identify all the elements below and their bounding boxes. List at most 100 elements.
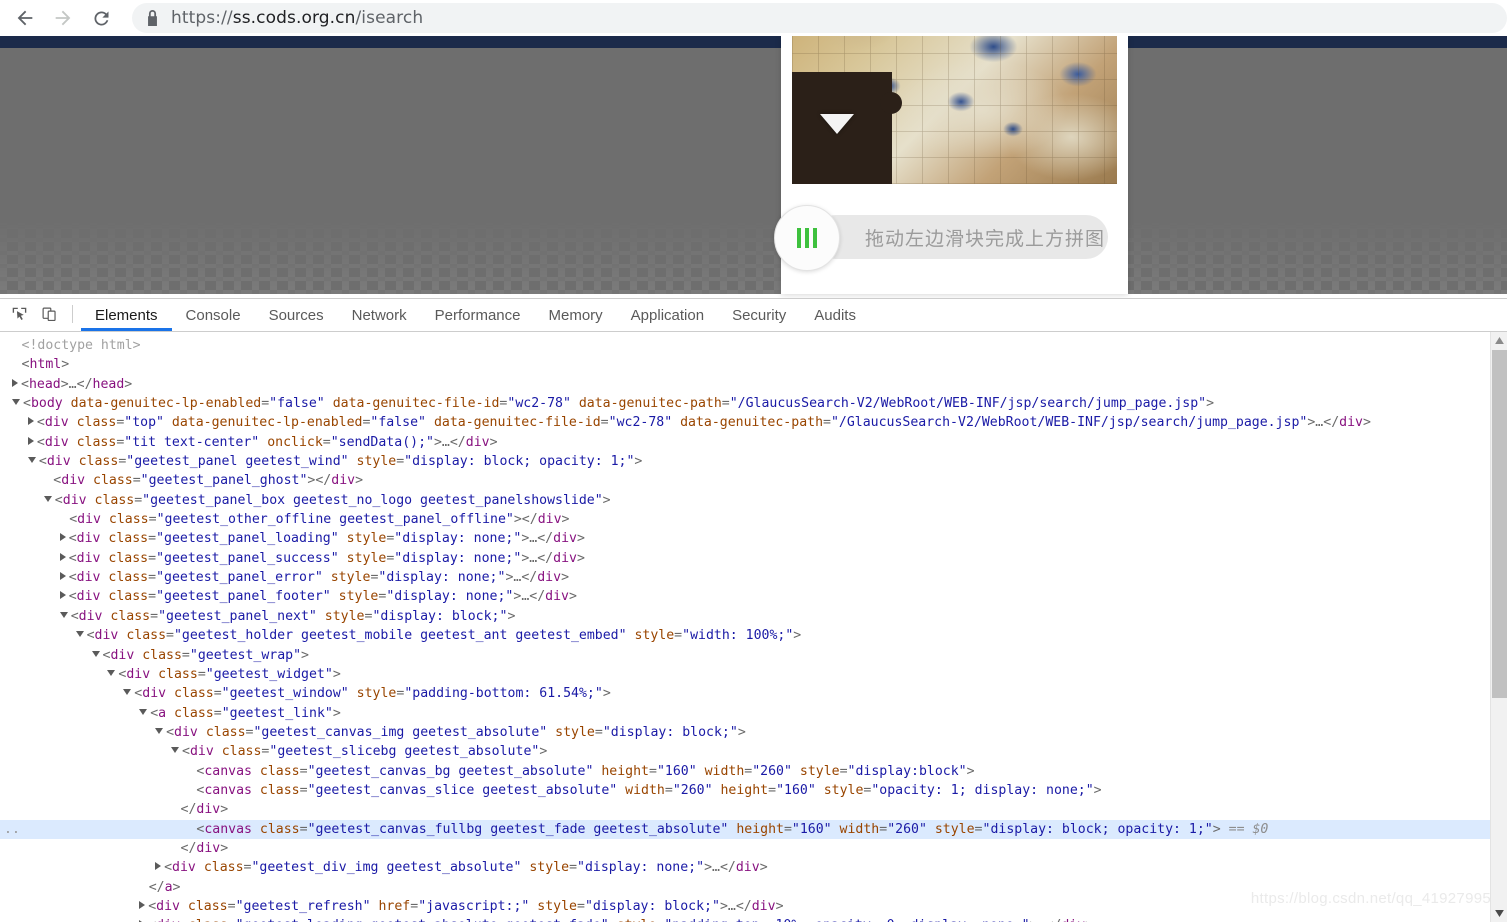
chevron-right-icon[interactable] xyxy=(59,533,66,542)
dom-node-line[interactable]: <div class="geetest_loading geetest_abso… xyxy=(0,916,1490,922)
dom-node-line[interactable]: <body data-genuitec-lp-enabled="false" d… xyxy=(0,394,1490,413)
dom-node-line[interactable]: <div class="geetest_panel_next" style="d… xyxy=(0,607,1490,626)
chevron-down-icon[interactable] xyxy=(59,611,68,618)
dom-token-punc: > xyxy=(489,434,498,450)
tab-network[interactable]: Network xyxy=(338,299,421,331)
chevron-down-icon[interactable] xyxy=(171,747,179,754)
chevron-down-icon[interactable] xyxy=(75,631,84,638)
dom-node-line[interactable]: <div class="tit text-center" onclick="se… xyxy=(0,433,1490,452)
dom-token-attr: href xyxy=(370,898,411,914)
dom-token-val: "260" xyxy=(752,763,792,779)
chevron-right-icon[interactable] xyxy=(139,900,146,909)
dom-token-tag: div xyxy=(142,686,167,702)
dom-node-line[interactable]: <div class = "geetest_canvas_img geetest_a… xyxy=(0,723,1490,742)
dom-token-punc: = xyxy=(181,647,190,663)
dom-node-selected[interactable]: .. <canvas class="geetest_canvas_fullbg g… xyxy=(0,819,1490,839)
dom-node-line[interactable]: <div class="geetest_div_img geetest_abso… xyxy=(0,858,1490,877)
chevron-right-icon[interactable] xyxy=(27,436,34,445)
tab-console[interactable]: Console xyxy=(172,299,255,331)
chevron-right-icon[interactable] xyxy=(59,572,66,581)
dom-tree-scrollbar[interactable] xyxy=(1490,332,1507,922)
chevron-right-icon[interactable] xyxy=(59,552,66,561)
dom-token-punc: > xyxy=(966,763,975,779)
address-bar-url: https://ss.cods.org.cn/isearch xyxy=(171,8,423,28)
dom-token-tag: a xyxy=(158,705,167,721)
tab-elements[interactable]: Elements xyxy=(81,299,172,331)
twisty-placeholder xyxy=(187,765,194,774)
tab-application[interactable]: Application xyxy=(617,299,718,331)
dom-tree[interactable]: <!doctype html> <html> <head>…</head> <body… xyxy=(0,332,1490,922)
chevron-right-icon[interactable] xyxy=(155,862,162,871)
dom-node-line[interactable]: <div class="geetest_other_offline geetes… xyxy=(0,510,1490,529)
tab-memory[interactable]: Memory xyxy=(535,299,617,331)
dom-token-punc: < xyxy=(182,744,190,760)
dom-node-line[interactable]: <html> xyxy=(0,355,1490,374)
dom-token-punc: > xyxy=(539,744,548,760)
dom-node-line[interactable]: <div class="geetest_holder geetest_mobil… xyxy=(0,626,1490,645)
dom-node-line[interactable]: <div class="geetest_slicebg geetest_abso… xyxy=(0,742,1490,761)
dom-node-line[interactable]: <canvas class="geetest_canvas_bg geetest… xyxy=(0,762,1490,781)
inspect-element-icon[interactable] xyxy=(4,298,34,330)
dom-node-line[interactable]: </a> xyxy=(0,878,1490,897)
tab-security[interactable]: Security xyxy=(718,299,800,331)
tab-performance[interactable]: Performance xyxy=(421,299,535,331)
dom-token-val: "260" xyxy=(887,821,927,837)
dom-node-line[interactable]: <div class="geetest_panel_error" style="… xyxy=(0,568,1490,587)
dom-node-line[interactable]: <canvas class="geetest_canvas_slice geet… xyxy=(0,781,1490,800)
chevron-down-icon[interactable] xyxy=(107,669,116,676)
dom-node-line[interactable]: </div> xyxy=(0,800,1490,819)
dom-node-line[interactable]: <div class="geetest_panel_success" style… xyxy=(0,549,1490,568)
dom-node-line[interactable]: <a class="geetest_link"> xyxy=(0,704,1490,723)
chevron-down-icon[interactable] xyxy=(12,399,20,406)
dom-node-line[interactable]: <!doctype html> xyxy=(0,336,1490,355)
chevron-down-icon[interactable] xyxy=(139,708,148,715)
captcha-slider-track[interactable]: 拖动左边滑块完成上方拼图 xyxy=(774,205,1108,271)
chevron-right-icon[interactable] xyxy=(27,417,34,426)
dom-token-punc: = xyxy=(600,415,609,431)
dom-node-line[interactable]: <div class="geetest_wrap"> xyxy=(0,646,1490,665)
chevron-down-icon[interactable] xyxy=(43,495,52,502)
lock-icon[interactable] xyxy=(146,10,159,26)
dom-token-val: "display: none;" xyxy=(577,860,705,876)
chevron-down-icon[interactable] xyxy=(27,457,36,464)
dom-node-line[interactable]: <div class="geetest_refresh" href="javas… xyxy=(0,897,1490,916)
dom-token-punc: = xyxy=(197,666,206,682)
dom-node-line[interactable]: <div class="geetest_panel_ghost"></div> xyxy=(0,471,1490,490)
dom-token-attr: class xyxy=(100,531,149,547)
dom-node-line[interactable]: <div class="geetest_panel geetest_wind" … xyxy=(0,452,1490,471)
dom-token-val: "/GlaucusSearch-V2/WebRoot/WEB-INF/jsp/s… xyxy=(830,415,1308,431)
chevron-down-icon[interactable] xyxy=(91,650,100,657)
tab-audits[interactable]: Audits xyxy=(800,299,870,331)
twisty-placeholder xyxy=(60,514,67,523)
dom-token-punc: </ xyxy=(180,840,197,856)
dom-token-attr: style xyxy=(330,589,379,605)
address-bar[interactable]: https://ss.cods.org.cn/isearch xyxy=(132,3,1507,33)
dom-node-line[interactable]: <div class="top" data-genuitec-lp-enable… xyxy=(0,413,1490,432)
dom-node-line[interactable]: <div class="geetest_panel_box geetest_no… xyxy=(0,491,1490,510)
dom-token-punc: = xyxy=(148,531,157,547)
dom-node-line[interactable]: </div> xyxy=(0,839,1490,858)
tab-sources[interactable]: Sources xyxy=(255,299,338,331)
dom-token-val: "geetest_canvas_fullbg geetest_fade geet… xyxy=(307,821,729,837)
dom-node-line[interactable]: <div class="geetest_panel_footer" style=… xyxy=(0,587,1490,606)
reload-button[interactable] xyxy=(82,1,120,35)
scrollbar-thumb[interactable] xyxy=(1492,350,1507,698)
dom-token-attr: style xyxy=(322,570,371,586)
captcha-slider-knob[interactable] xyxy=(774,205,840,271)
scrollbar-down-arrow-icon[interactable] xyxy=(1491,905,1507,922)
forward-button[interactable] xyxy=(44,1,82,35)
device-toolbar-icon[interactable] xyxy=(34,298,64,330)
chevron-right-icon[interactable] xyxy=(12,378,18,387)
chevron-down-icon[interactable] xyxy=(123,689,132,696)
dom-token-val: "javascript:;" xyxy=(418,898,530,914)
chevron-right-icon[interactable] xyxy=(59,591,66,600)
dom-node-line[interactable]: <div class="geetest_widget"> xyxy=(0,665,1490,684)
scrollbar-up-arrow-icon[interactable] xyxy=(1491,332,1507,349)
chevron-down-icon[interactable] xyxy=(155,727,164,734)
back-button[interactable] xyxy=(6,1,44,35)
dom-node-line[interactable]: <div class="geetest_panel_loading" style… xyxy=(0,529,1490,548)
dom-node-line[interactable]: <div class="geetest_window" style="paddi… xyxy=(0,684,1490,703)
dom-token-tag: div xyxy=(751,898,776,914)
dom-node-line[interactable]: <head>…</head> xyxy=(0,375,1490,394)
dom-token-attr: class xyxy=(68,415,117,431)
